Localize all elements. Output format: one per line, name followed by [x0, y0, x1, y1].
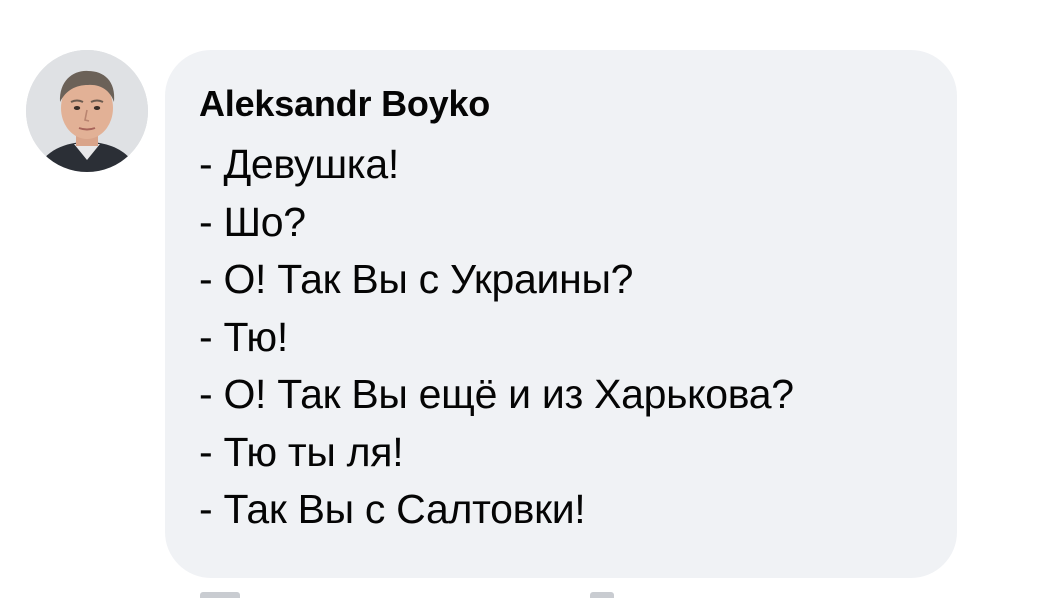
comment-author-name[interactable]: Aleksandr Boyko: [199, 80, 923, 128]
comment-line: - Девушка!: [199, 141, 399, 187]
cropped-action-fragment: [590, 592, 614, 598]
comment: Aleksandr Boyko - Девушка! - Шо? - О! Та…: [0, 0, 1041, 598]
comment-line: - О! Так Вы с Украины?: [199, 256, 634, 302]
comment-line: - Тю ты ля!: [199, 428, 404, 475]
comment-line: - Шо?: [199, 198, 306, 245]
comment-text: - Девушка! - Шо? - О! Так Вы с Украины? …: [199, 136, 923, 539]
cropped-action-row: [200, 590, 620, 598]
comment-line: - Тю!: [199, 313, 288, 360]
avatar-photo-icon: [26, 50, 148, 172]
cropped-action-fragment: [200, 592, 240, 598]
comment-line: - О! Так Вы ещё и из Харькова?: [199, 371, 794, 417]
comment-bubble: Aleksandr Boyko - Девушка! - Шо? - О! Та…: [165, 50, 957, 578]
comment-line: - Так Вы с Салтовки!: [199, 486, 586, 532]
author-avatar[interactable]: [26, 50, 148, 172]
